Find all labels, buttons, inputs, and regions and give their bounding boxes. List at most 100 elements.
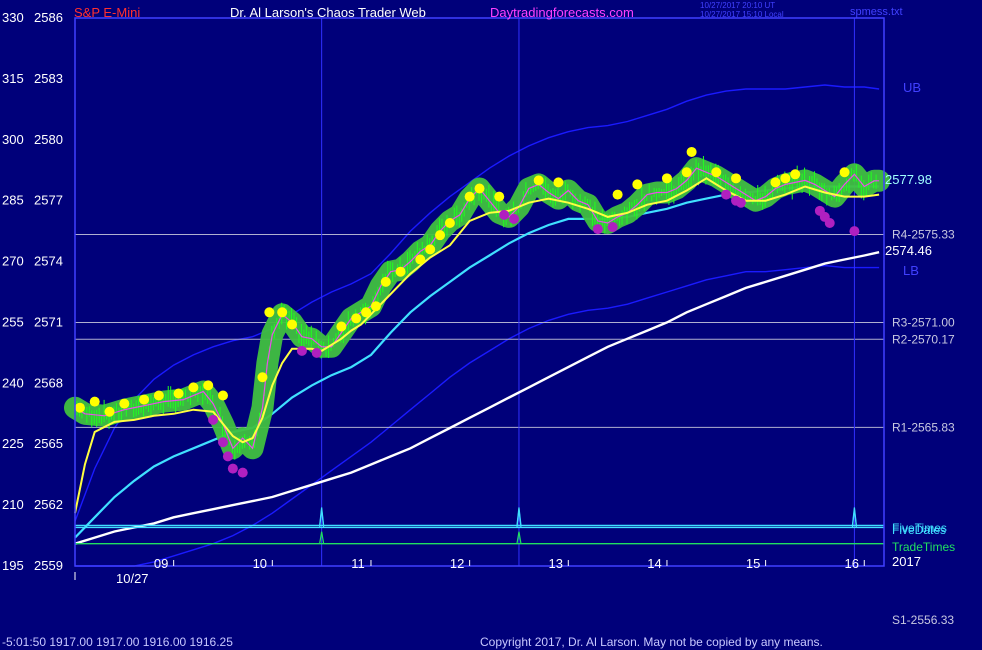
slow-average-label: 2574.46 <box>885 243 932 258</box>
timestamp-utc: 10/27/2017 20:10 UT <box>700 1 775 10</box>
up-marker <box>380 276 391 287</box>
plot-frame <box>74 17 885 567</box>
up-marker <box>287 319 298 330</box>
up-marker <box>173 388 184 399</box>
up-marker <box>464 191 475 202</box>
x-tick-label-0: 09 <box>154 556 168 571</box>
site-name: Daytradingforecasts.com <box>490 5 634 20</box>
cursor-readout: -5:01:50 1917.00 1917.00 1916.00 1916.25 <box>2 635 233 649</box>
file-name: spmess.txt <box>850 6 903 18</box>
chart-title: Dr. Al Larson's Chaos Trader Web <box>230 5 426 20</box>
y-price-tick-2: 2580 <box>34 132 63 147</box>
up-marker <box>632 179 643 190</box>
down-marker <box>499 209 510 220</box>
up-marker <box>217 390 228 401</box>
y-left-tick-0: 330 <box>2 10 24 25</box>
y-price-tick-3: 2577 <box>34 193 63 208</box>
up-marker <box>474 183 485 194</box>
up-marker <box>444 217 455 228</box>
up-marker <box>139 394 150 405</box>
down-marker <box>227 463 238 474</box>
up-marker <box>425 244 436 255</box>
up-marker <box>533 175 544 186</box>
up-marker <box>370 301 381 312</box>
symbol-title: S&P E-Mini <box>74 5 140 20</box>
price-halo <box>64 157 891 460</box>
upper-band-label: UB <box>903 80 921 95</box>
up-marker <box>731 173 742 184</box>
pivot-label-2: R2-2570.17 <box>892 332 955 346</box>
y-left-tick-1: 315 <box>2 71 24 86</box>
up-marker <box>553 177 564 188</box>
y-left-tick-4: 270 <box>2 254 24 269</box>
down-marker <box>849 226 860 237</box>
y-price-tick-4: 2574 <box>34 254 63 269</box>
y-left-tick-7: 225 <box>2 436 24 451</box>
y-price-tick-8: 2562 <box>34 497 63 512</box>
up-marker <box>264 307 275 318</box>
y-price-tick-6: 2568 <box>34 375 63 390</box>
up-marker <box>351 313 362 324</box>
x-tick-label-7: 16 <box>845 556 859 571</box>
down-marker <box>208 414 219 425</box>
down-marker <box>824 217 835 228</box>
lower-band-line <box>75 264 880 567</box>
down-marker <box>237 467 248 478</box>
up-marker <box>415 254 426 265</box>
up-marker <box>188 382 199 393</box>
time-row-label-TradeTimes: TradeTimes <box>892 540 955 554</box>
up-marker <box>336 321 347 332</box>
fast-average-line <box>74 177 880 514</box>
up-marker <box>104 406 115 417</box>
y-price-tick-7: 2565 <box>34 436 63 451</box>
mid-average-line <box>74 185 880 539</box>
pivot-label-0: R4-2575.33 <box>892 228 955 242</box>
up-marker <box>790 169 801 180</box>
last-price-label: 2577.98 <box>885 172 932 187</box>
up-marker <box>257 372 268 383</box>
chart-window: R4-2575.33 R3-2571.00 R2-2570.17 R1-2565.83… <box>0 0 982 650</box>
x-tick-label-1: 10 <box>253 556 267 571</box>
time-row-label-FiveTimes: FiveTimes <box>892 521 947 535</box>
timestamp-local: 10/27/2017 15:10 Local <box>700 10 784 19</box>
pivot-label-4: S1-2556.33 <box>892 613 954 627</box>
y-left-tick-5: 255 <box>2 314 24 329</box>
up-marker <box>395 266 406 277</box>
x-tick-label-4: 13 <box>549 556 563 571</box>
down-marker <box>721 189 732 200</box>
down-marker <box>607 222 618 233</box>
y-left-tick-8: 210 <box>2 497 24 512</box>
pivot-label-3: R1-2565.83 <box>892 420 955 434</box>
down-marker <box>509 213 520 224</box>
up-marker <box>770 177 781 188</box>
x-tick-label-2: 11 <box>351 556 365 571</box>
up-marker <box>89 396 100 407</box>
down-marker <box>592 224 603 235</box>
date-label: 10/27 <box>116 571 149 586</box>
up-marker <box>203 380 214 391</box>
up-marker <box>839 167 850 178</box>
y-price-tick-9: 2559 <box>34 558 63 573</box>
up-marker <box>74 402 85 413</box>
up-marker <box>711 167 722 178</box>
y-price-tick-1: 2583 <box>34 71 63 86</box>
lower-band-label: LB <box>903 263 919 278</box>
down-marker <box>296 345 307 356</box>
price-chart: R4-2575.33 R3-2571.00 R2-2570.17 R1-2565.83… <box>2 1 955 649</box>
copyright-note: Copyright 2017, Dr. Al Larson. May not b… <box>480 635 823 649</box>
up-marker <box>277 307 288 318</box>
up-marker <box>494 191 505 202</box>
y-left-tick-2: 300 <box>2 132 24 147</box>
y-price-tick-0: 2586 <box>34 10 63 25</box>
y-price-tick-5: 2571 <box>34 314 63 329</box>
down-marker <box>222 451 233 462</box>
up-marker <box>153 390 164 401</box>
up-marker <box>686 146 697 157</box>
up-marker <box>361 307 372 318</box>
y-left-tick-3: 285 <box>2 193 24 208</box>
down-marker <box>311 347 322 358</box>
year-label: 2017 <box>892 554 921 569</box>
up-marker <box>780 173 791 184</box>
down-marker <box>217 437 228 448</box>
y-left-tick-9: 195 <box>2 558 24 573</box>
